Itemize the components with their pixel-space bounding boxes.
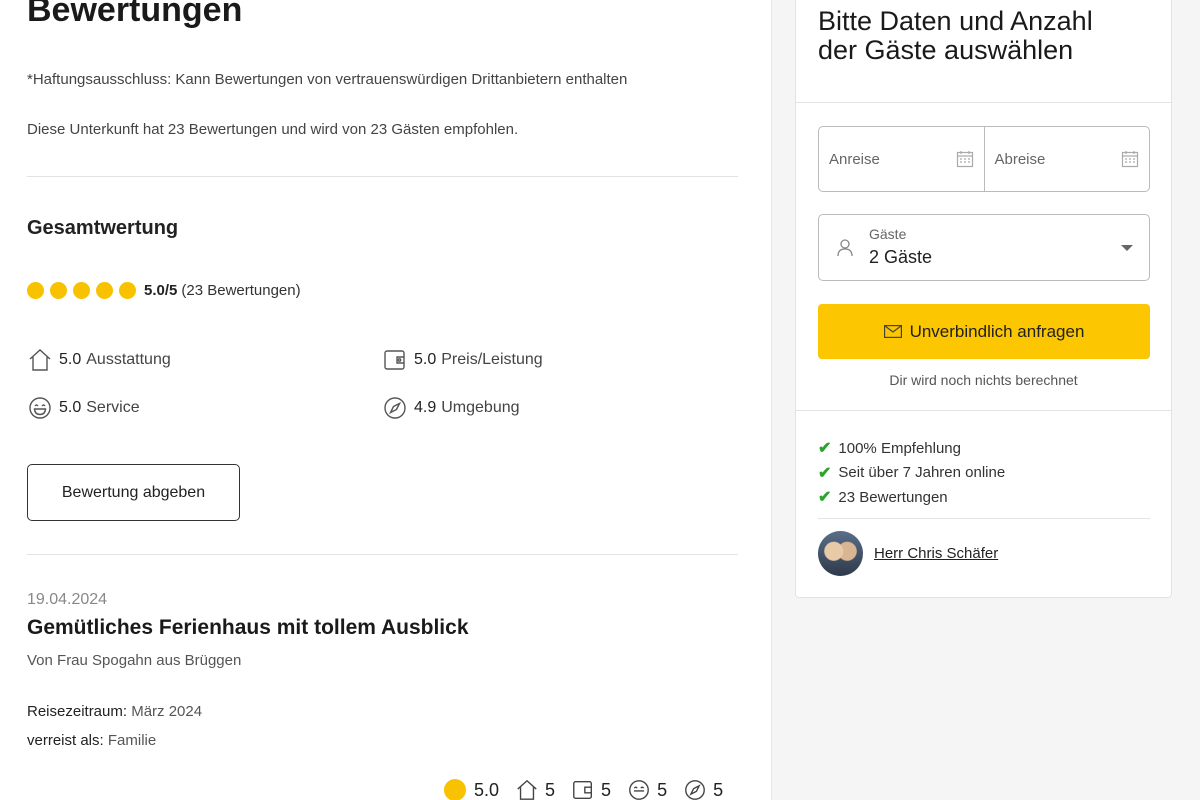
checkmark-icon: ✔ xyxy=(818,464,832,482)
checkmark-icon: ✔ xyxy=(818,489,832,507)
travel-period-label: Reisezeitraum: xyxy=(27,703,128,720)
booking-sidebar: Bitte Daten und Anzahl der Gäste auswähl… xyxy=(795,0,1172,598)
enquiry-button-label: Unverbindlich anfragen xyxy=(909,321,1085,341)
travel-type-label: verreist als: xyxy=(27,732,104,749)
category-umgebung: 4.9 Umgebung xyxy=(382,395,520,421)
rating-dot-icon xyxy=(27,282,44,299)
page-title: Bewertungen xyxy=(27,0,243,29)
category-label: Preis/Leistung xyxy=(441,351,543,368)
review-rating-preis: 5 xyxy=(571,778,611,800)
list-item: ✔ 100% Empfehlung xyxy=(818,436,1005,461)
category-score: 5.0 xyxy=(414,351,437,368)
house-icon xyxy=(29,349,51,371)
rating-value: 5 xyxy=(713,779,724,800)
rating-dot-icon xyxy=(96,282,113,299)
chevron-down-icon xyxy=(1121,245,1133,251)
list-item: ✔ Seit über 7 Jahren online xyxy=(818,461,1005,486)
person-icon xyxy=(837,239,853,257)
wallet-icon xyxy=(573,781,593,799)
category-label: Ausstattung xyxy=(86,351,171,368)
booking-title: Bitte Daten und Anzahl der Gäste auswähl… xyxy=(818,6,1093,65)
review-author: Von Frau Spogahn aus Brüggen xyxy=(27,652,242,669)
benefit-text: 100% Empfehlung xyxy=(838,439,961,457)
rating-value: 5.0 xyxy=(474,779,500,800)
rating-value: 5 xyxy=(545,779,556,800)
host-name-link[interactable]: Herr Chris Schäfer xyxy=(874,545,998,562)
review-rating-umgebung: 5 xyxy=(683,778,723,800)
review-rating-service: 5 xyxy=(627,778,667,800)
arrival-placeholder: Anreise xyxy=(829,150,880,168)
no-charge-note: Dir wird noch nichts berechnet xyxy=(889,372,1078,388)
divider xyxy=(818,518,1150,519)
reviews-section: Bewertungen *Haftungsausschluss: Kann Be… xyxy=(0,0,772,800)
overall-rating-count: (23 Bewertungen) xyxy=(181,282,301,299)
write-review-button[interactable]: Bewertung abgeben xyxy=(27,464,240,521)
rating-dot-icon xyxy=(50,282,67,299)
date-range-picker: Anreise Abreise xyxy=(818,126,1150,192)
smiley-icon xyxy=(29,397,51,419)
compass-icon xyxy=(384,397,406,419)
travel-type-value: Familie xyxy=(107,732,157,749)
category-score: 5.0 xyxy=(59,351,82,368)
sun-icon xyxy=(444,779,466,800)
category-ausstattung: 5.0 Ausstattung xyxy=(27,347,171,373)
category-label: Service xyxy=(86,399,140,416)
compass-icon xyxy=(685,780,706,800)
overall-rating: 5.0/5 (23 Bewertungen) xyxy=(27,282,301,299)
benefits-list: ✔ 100% Empfehlung ✔ Seit über 7 Jahren onl… xyxy=(818,436,1005,510)
departure-date-field[interactable]: Abreise xyxy=(983,127,1150,191)
departure-placeholder: Abreise xyxy=(994,150,1046,168)
guests-select[interactable]: Gäste 2 Gäste xyxy=(818,214,1150,281)
calendar-icon xyxy=(956,151,973,168)
house-icon xyxy=(517,779,537,800)
overall-rating-value: 5.0/5 xyxy=(144,282,178,299)
review-title: Gemütliches Ferienhaus mit tollem Ausbli… xyxy=(27,616,469,639)
disclaimer-text: *Haftungsausschluss: Kann Bewertungen vo… xyxy=(27,71,628,88)
enquiry-button[interactable]: Unverbindlich anfragen xyxy=(818,304,1150,359)
calendar-icon xyxy=(1121,151,1139,168)
travel-period: Reisezeitraum: März 2024 xyxy=(27,703,202,720)
checkmark-icon: ✔ xyxy=(818,440,832,458)
overall-rating-heading: Gesamtwertung xyxy=(27,217,179,239)
category-label: Umgebung xyxy=(441,399,520,416)
review-summary: Diese Unterkunft hat 23 Bewertungen und … xyxy=(27,121,519,138)
category-preis-leistung: 5.0 Preis/Leistung xyxy=(382,347,543,373)
benefit-text: 23 Bewertungen xyxy=(838,488,948,506)
category-score: 5.0 xyxy=(59,399,82,416)
review-rating-ausstattung: 5 xyxy=(515,778,555,800)
envelope-icon xyxy=(883,325,902,338)
rating-value: 5 xyxy=(601,779,612,800)
divider xyxy=(796,102,1171,103)
wallet-icon xyxy=(384,350,405,370)
review-rating-overall: 5.0 xyxy=(444,779,499,800)
category-score: 4.9 xyxy=(414,399,437,416)
list-item: ✔ 23 Bewertungen xyxy=(818,485,1005,510)
divider xyxy=(27,176,738,177)
rating-value: 5 xyxy=(657,779,668,800)
arrival-date-field[interactable]: Anreise xyxy=(819,127,984,191)
guests-label: Gäste xyxy=(869,226,907,242)
guests-value: 2 Gäste xyxy=(869,247,933,267)
category-service: 5.0 Service xyxy=(27,395,140,421)
travel-type: verreist als: Familie xyxy=(27,732,156,749)
benefit-text: Seit über 7 Jahren online xyxy=(838,464,1006,482)
review-ratings: 5.0 5 5 5 5 xyxy=(444,778,739,800)
host-info: Herr Chris Schäfer xyxy=(818,531,998,576)
travel-period-value: März 2024 xyxy=(131,703,203,720)
smiley-icon xyxy=(629,780,649,800)
divider xyxy=(796,410,1171,411)
divider xyxy=(27,554,738,555)
review-date: 19.04.2024 xyxy=(27,591,108,608)
rating-dot-icon xyxy=(119,282,136,299)
rating-dot-icon xyxy=(73,282,90,299)
host-avatar[interactable] xyxy=(818,531,863,576)
